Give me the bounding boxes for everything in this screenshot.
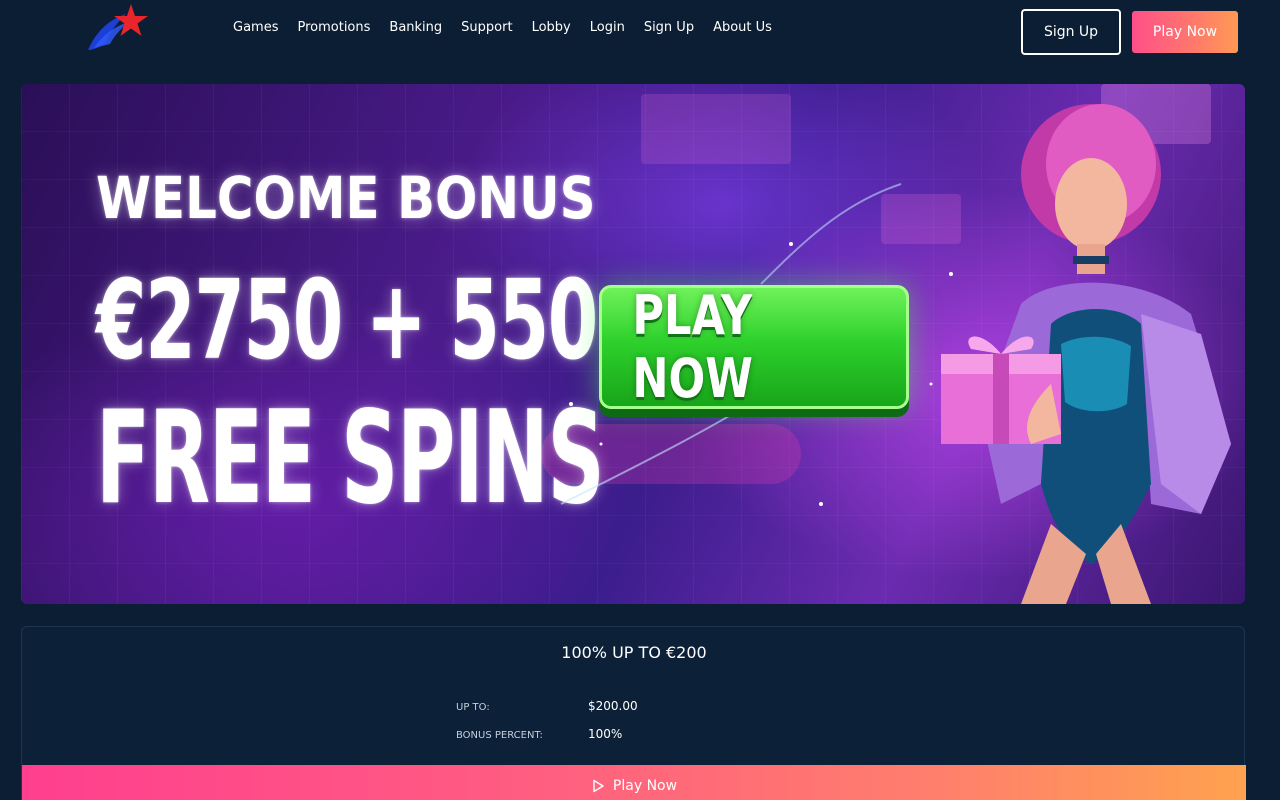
nav-login[interactable]: Login bbox=[590, 20, 625, 35]
star-logo-icon[interactable] bbox=[86, 2, 152, 54]
bonus-up-to-label: UP TO: bbox=[456, 702, 490, 713]
nav-support[interactable]: Support bbox=[461, 20, 512, 35]
play-now-header-button[interactable]: Play Now bbox=[1132, 11, 1238, 53]
bonus-up-to-value: $200.00 bbox=[588, 699, 638, 713]
bonus-play-now-label: Play Now bbox=[612, 778, 678, 794]
bonus-title: 100% UP TO €200 bbox=[561, 643, 707, 662]
nav-games[interactable]: Games bbox=[233, 20, 278, 35]
nav-about-us[interactable]: About Us bbox=[713, 20, 772, 35]
main-nav: Games Promotions Banking Support Lobby L… bbox=[233, 17, 772, 37]
bonus-play-now-button[interactable]: Play Now bbox=[22, 765, 1246, 800]
play-icon bbox=[593, 779, 604, 793]
bonus-offer-card: 100% UP TO €200 UP TO: $200.00 BONUS PER… bbox=[21, 626, 1246, 800]
nav-promotions[interactable]: Promotions bbox=[297, 20, 370, 35]
bonus-percent-value: 100% bbox=[588, 727, 623, 741]
site-header: Games Promotions Banking Support Lobby L… bbox=[0, 0, 1280, 64]
nav-banking[interactable]: Banking bbox=[389, 20, 442, 35]
character-illustration bbox=[941, 104, 1231, 604]
nav-sign-up[interactable]: Sign Up bbox=[644, 20, 694, 35]
nav-lobby[interactable]: Lobby bbox=[532, 20, 571, 35]
bonus-percent-label: BONUS PERCENT: bbox=[456, 730, 543, 741]
sign-up-button[interactable]: Sign Up bbox=[1021, 9, 1121, 55]
welcome-bonus-banner[interactable]: WELCOME BONUS €2750 + 550 FREE SPINS PLA… bbox=[21, 84, 1245, 604]
banner-play-now-label: PLAY NOW bbox=[632, 284, 753, 410]
banner-play-now-button[interactable]: PLAY NOW bbox=[599, 284, 909, 410]
